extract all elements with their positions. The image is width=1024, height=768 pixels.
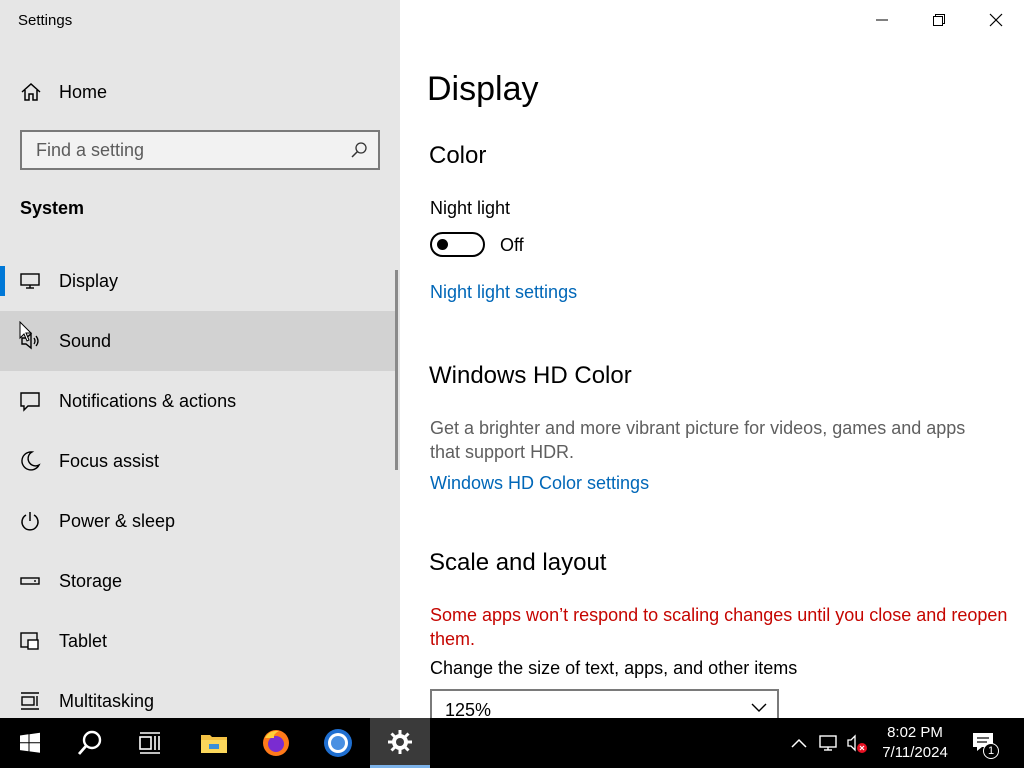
tablet-icon [20, 632, 39, 650]
task-view-icon [139, 732, 160, 754]
notification-icon [20, 392, 40, 412]
home-label: Home [59, 82, 108, 102]
close-icon [989, 13, 1002, 27]
sidebar-item-label: Display [59, 271, 119, 291]
sidebar-item-notifications[interactable]: Notifications & actions [0, 371, 396, 431]
sidebar-item-label: Sound [59, 331, 112, 351]
night-light-label: Night light [430, 198, 511, 218]
scaling-warning: Some apps won’t respond to scaling chang… [430, 605, 1008, 649]
firefox-button[interactable] [246, 718, 306, 768]
settings-taskbar-button[interactable] [370, 718, 430, 768]
search-icon [351, 142, 367, 158]
sidebar-item-label: Multitasking [59, 691, 155, 711]
sidebar: Settings Home System Display [0, 0, 400, 718]
multitasking-icon [21, 692, 39, 710]
chevron-down-icon [751, 703, 767, 712]
clock-time: 8:02 PM [887, 724, 943, 741]
search-box[interactable] [20, 130, 380, 170]
settings-icon [388, 729, 412, 754]
chevron-up-icon[interactable] [788, 732, 810, 754]
task-view-button[interactable] [120, 718, 180, 768]
night-light-settings-link[interactable]: Night light settings [430, 282, 577, 303]
section-label-system: System [20, 198, 85, 218]
start-button[interactable] [0, 718, 60, 768]
file-explorer-icon [201, 735, 227, 753]
page-title: Display [427, 70, 539, 108]
chrome-button[interactable] [308, 718, 368, 768]
sidebar-item-focus-assist[interactable]: Focus assist [0, 431, 396, 491]
chrome-icon [324, 729, 352, 757]
search-icon [77, 730, 102, 755]
night-light-toggle[interactable] [430, 232, 485, 257]
sidebar-item-display[interactable]: Display [0, 251, 396, 311]
toggle-knob [437, 239, 448, 250]
restore-button[interactable] [910, 0, 967, 40]
restore-icon [932, 14, 945, 26]
sidebar-item-storage[interactable]: Storage [0, 551, 396, 611]
hd-color-description: Get a brighter and more vibrant picture … [430, 418, 966, 462]
sidebar-item-tablet[interactable]: Tablet [0, 611, 396, 671]
volume-muted-icon[interactable] [846, 732, 868, 754]
sidebar-item-label: Tablet [59, 631, 108, 651]
text-size-label: Change the size of text, apps, and other… [430, 658, 798, 678]
power-icon [21, 512, 39, 531]
selection-indicator [0, 266, 5, 296]
scale-layout-heading: Scale and layout [429, 549, 607, 576]
firefox-icon [263, 730, 289, 756]
hd-color-heading: Windows HD Color [429, 362, 632, 389]
mouse-cursor-icon [19, 321, 33, 342]
sidebar-item-sound[interactable]: Sound [0, 311, 396, 371]
close-button[interactable] [967, 0, 1024, 40]
clock-date: 7/11/2024 [882, 744, 948, 761]
minimize-button[interactable] [853, 0, 910, 40]
home-nav-item[interactable]: Home [0, 70, 400, 114]
sidebar-scrollbar[interactable] [395, 270, 398, 470]
network-icon[interactable] [818, 732, 840, 754]
night-light-state: Off [500, 235, 524, 255]
sidebar-item-power-sleep[interactable]: Power & sleep [0, 491, 396, 551]
app-title: Settings [18, 12, 73, 29]
color-heading: Color [429, 142, 487, 169]
moon-icon [21, 451, 41, 471]
sidebar-item-label: Power & sleep [59, 511, 176, 531]
home-icon [21, 82, 41, 101]
minimize-icon [875, 19, 888, 21]
taskbar-search-button[interactable] [60, 718, 120, 768]
sidebar-item-label: Notifications & actions [59, 391, 237, 411]
hd-color-settings-link[interactable]: Windows HD Color settings [430, 473, 649, 494]
sidebar-nav: Display Sound Notifications & actions Fo… [0, 251, 396, 731]
start-icon [20, 732, 40, 753]
system-clock[interactable]: 8:02 PM 7/11/2024 [872, 723, 958, 763]
notification-badge: 1 [983, 743, 999, 759]
search-input[interactable] [22, 132, 342, 168]
sidebar-item-label: Focus assist [59, 451, 160, 471]
sidebar-item-label: Storage [59, 571, 123, 591]
file-explorer-button[interactable] [184, 718, 244, 768]
action-center-button[interactable]: 1 [968, 728, 999, 759]
monitor-icon [20, 273, 40, 289]
taskbar: 8:02 PM 7/11/2024 1 [0, 718, 1024, 768]
storage-icon [20, 577, 40, 585]
